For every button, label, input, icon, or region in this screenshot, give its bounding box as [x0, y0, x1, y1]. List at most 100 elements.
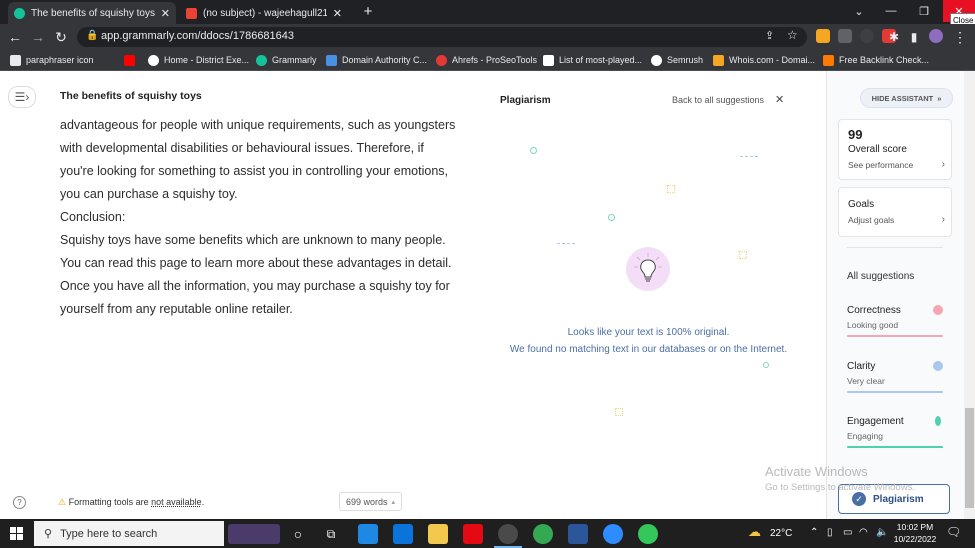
tab-grammarly[interactable]: The benefits of squishy toys - Gr ✕: [8, 2, 176, 24]
restore-button[interactable]: ❐: [908, 0, 940, 22]
windows-start-icon[interactable]: [10, 527, 24, 541]
taskbar-search-box[interactable]: ⚲ Type here to search: [34, 521, 224, 546]
bookmark-item[interactable]: List of most-played...: [543, 53, 642, 67]
extension-icon[interactable]: [838, 29, 852, 43]
close-icon[interactable]: ✕: [775, 93, 784, 106]
bookmark-item[interactable]: Free Backlink Check...: [823, 53, 929, 67]
bookmark-item[interactable]: Home - District Exe...: [148, 53, 249, 67]
bookmark-item[interactable]: Whois.com - Domai...: [713, 53, 815, 67]
cortana-icon[interactable]: ○: [288, 524, 308, 544]
see-performance-link: See performance: [848, 160, 914, 170]
zoom-icon[interactable]: [603, 524, 623, 544]
engagement-category[interactable]: Engagement Engaging: [847, 416, 943, 452]
bookmark-item[interactable]: Semrush: [651, 53, 703, 67]
mail-icon[interactable]: [358, 524, 378, 544]
forward-arrow-icon[interactable]: →: [28, 27, 48, 47]
confetti-decoration: [739, 251, 747, 259]
bookmark-star-icon[interactable]: ☆: [787, 28, 798, 42]
chevron-up-icon[interactable]: ⌃: [810, 527, 818, 538]
back-arrow-icon[interactable]: ←: [5, 27, 25, 47]
confetti-decoration: [557, 243, 575, 245]
link-icon: [326, 54, 337, 66]
ahrefs-icon: [823, 54, 834, 66]
reload-icon[interactable]: ↻: [51, 27, 71, 47]
chrome-icon[interactable]: [533, 524, 553, 544]
chevron-up-icon: ▴: [391, 498, 396, 506]
confetti-decoration: [740, 156, 758, 158]
adjust-goals-link: Adjust goals: [848, 215, 895, 225]
divider: [847, 247, 943, 248]
bookmark-item[interactable]: Ahrefs - ProSeoTools: [436, 53, 537, 67]
document-title[interactable]: The benefits of squishy toys: [60, 90, 202, 102]
task-view-icon[interactable]: ⧉: [321, 524, 341, 544]
profile-avatar[interactable]: [929, 29, 943, 43]
tab-gmail[interactable]: (no subject) - wajeehagull21@gr ✕: [180, 2, 348, 24]
document-text[interactable]: advantageous for people with unique requ…: [60, 114, 460, 321]
help-icon[interactable]: ?: [13, 496, 26, 509]
whatsapp-icon[interactable]: [638, 524, 658, 544]
share-icon[interactable]: ⇪: [765, 29, 774, 42]
search-highlight-icon[interactable]: [228, 524, 280, 544]
network-icon[interactable]: ▭: [843, 527, 852, 538]
bookmark-item[interactable]: [124, 53, 140, 67]
paragraph[interactable]: advantageous for people with unique requ…: [60, 114, 460, 206]
overall-score-value: 99: [848, 127, 863, 142]
store-icon[interactable]: [393, 524, 413, 544]
score-bar: [847, 446, 943, 448]
hide-assistant-button[interactable]: HIDE ASSISTANT»: [860, 88, 953, 108]
double-chevron-icon: »: [937, 93, 942, 103]
lock-icon: 🔒: [86, 30, 99, 41]
new-tab-button[interactable]: +: [352, 0, 384, 22]
menu-hamburger-icon[interactable]: ☰›: [8, 86, 36, 108]
clarity-category[interactable]: Clarity Very clear: [847, 361, 943, 397]
wifi-icon[interactable]: ◠: [859, 527, 868, 538]
extension-icon[interactable]: [816, 29, 830, 43]
plagiarism-result-detail: We found no matching text in our databas…: [509, 344, 788, 355]
extension-icon[interactable]: [860, 29, 874, 43]
menu-kebab-icon[interactable]: ⋮: [950, 27, 970, 47]
time-text: 10:02 PM: [896, 522, 934, 532]
all-suggestions-link[interactable]: All suggestions: [847, 271, 914, 282]
chrome-icon[interactable]: [494, 524, 522, 548]
overall-score-card[interactable]: 99 Overall score See performance ›: [838, 119, 952, 180]
confetti-decoration: [615, 408, 623, 416]
confetti-decoration: [530, 147, 537, 154]
extensions-puzzle-icon[interactable]: ✱: [884, 27, 904, 47]
clock[interactable]: 10:02 PM 10/22/2022: [890, 521, 940, 545]
tab-search-icon[interactable]: ⌄: [843, 0, 875, 22]
temperature[interactable]: 22°C: [770, 528, 792, 539]
browser-toolbar: ← → ↻ 🔒 app.grammarly.com/ddocs/17866816…: [0, 24, 975, 50]
back-to-suggestions-link[interactable]: Back to all suggestions: [672, 95, 764, 105]
grammarly-editor-app: ☰› The benefits of squishy toys advantag…: [0, 71, 975, 519]
lightbulb-icon: [626, 247, 670, 291]
bookmark-item[interactable]: paraphraser icon: [10, 53, 94, 67]
globe-icon: [148, 54, 159, 66]
bookmarks-bar: paraphraser icon Home - District Exe... …: [0, 50, 975, 71]
notification-icon[interactable]: 🗨: [946, 525, 961, 539]
not-available-link[interactable]: not available: [151, 497, 202, 507]
paragraph[interactable]: Squishy toys have some benefits which ar…: [60, 229, 460, 321]
plagiarism-result-message: Looks like your text is 100% original.: [567, 327, 730, 338]
address-bar[interactable]: 🔒 app.grammarly.com/ddocs/1786681643 ⇪ ☆: [77, 27, 807, 47]
bookmark-item[interactable]: Grammarly: [256, 53, 317, 67]
tab-close-icon[interactable]: ✕: [161, 7, 170, 20]
word-count-button[interactable]: 699 words ▴: [339, 492, 403, 511]
bookmark-item[interactable]: Domain Authority C...: [326, 53, 427, 67]
chevron-right-icon: ›: [941, 214, 945, 225]
paragraph[interactable]: Conclusion:: [60, 206, 460, 229]
correctness-category[interactable]: Correctness Looking good: [847, 305, 943, 341]
scrollbar-thumb[interactable]: [965, 408, 974, 508]
assistant-sidebar: HIDE ASSISTANT» 99 Overall score See per…: [826, 71, 975, 519]
status-dot-icon: [935, 416, 941, 426]
weather-icon[interactable]: ☁: [748, 524, 761, 540]
device-icon[interactable]: ▯: [827, 527, 833, 538]
volume-icon[interactable]: 🔈: [876, 527, 888, 538]
activate-windows-watermark: Activate Windows: [765, 464, 868, 479]
file-explorer-icon[interactable]: [428, 524, 448, 544]
goals-card[interactable]: Goals Adjust goals ›: [838, 187, 952, 237]
minimize-button[interactable]: —: [875, 0, 907, 22]
word-icon[interactable]: [568, 524, 588, 544]
tab-close-icon[interactable]: ✕: [333, 7, 342, 20]
side-panel-icon[interactable]: ▮: [904, 27, 924, 47]
netflix-icon[interactable]: [463, 524, 483, 544]
